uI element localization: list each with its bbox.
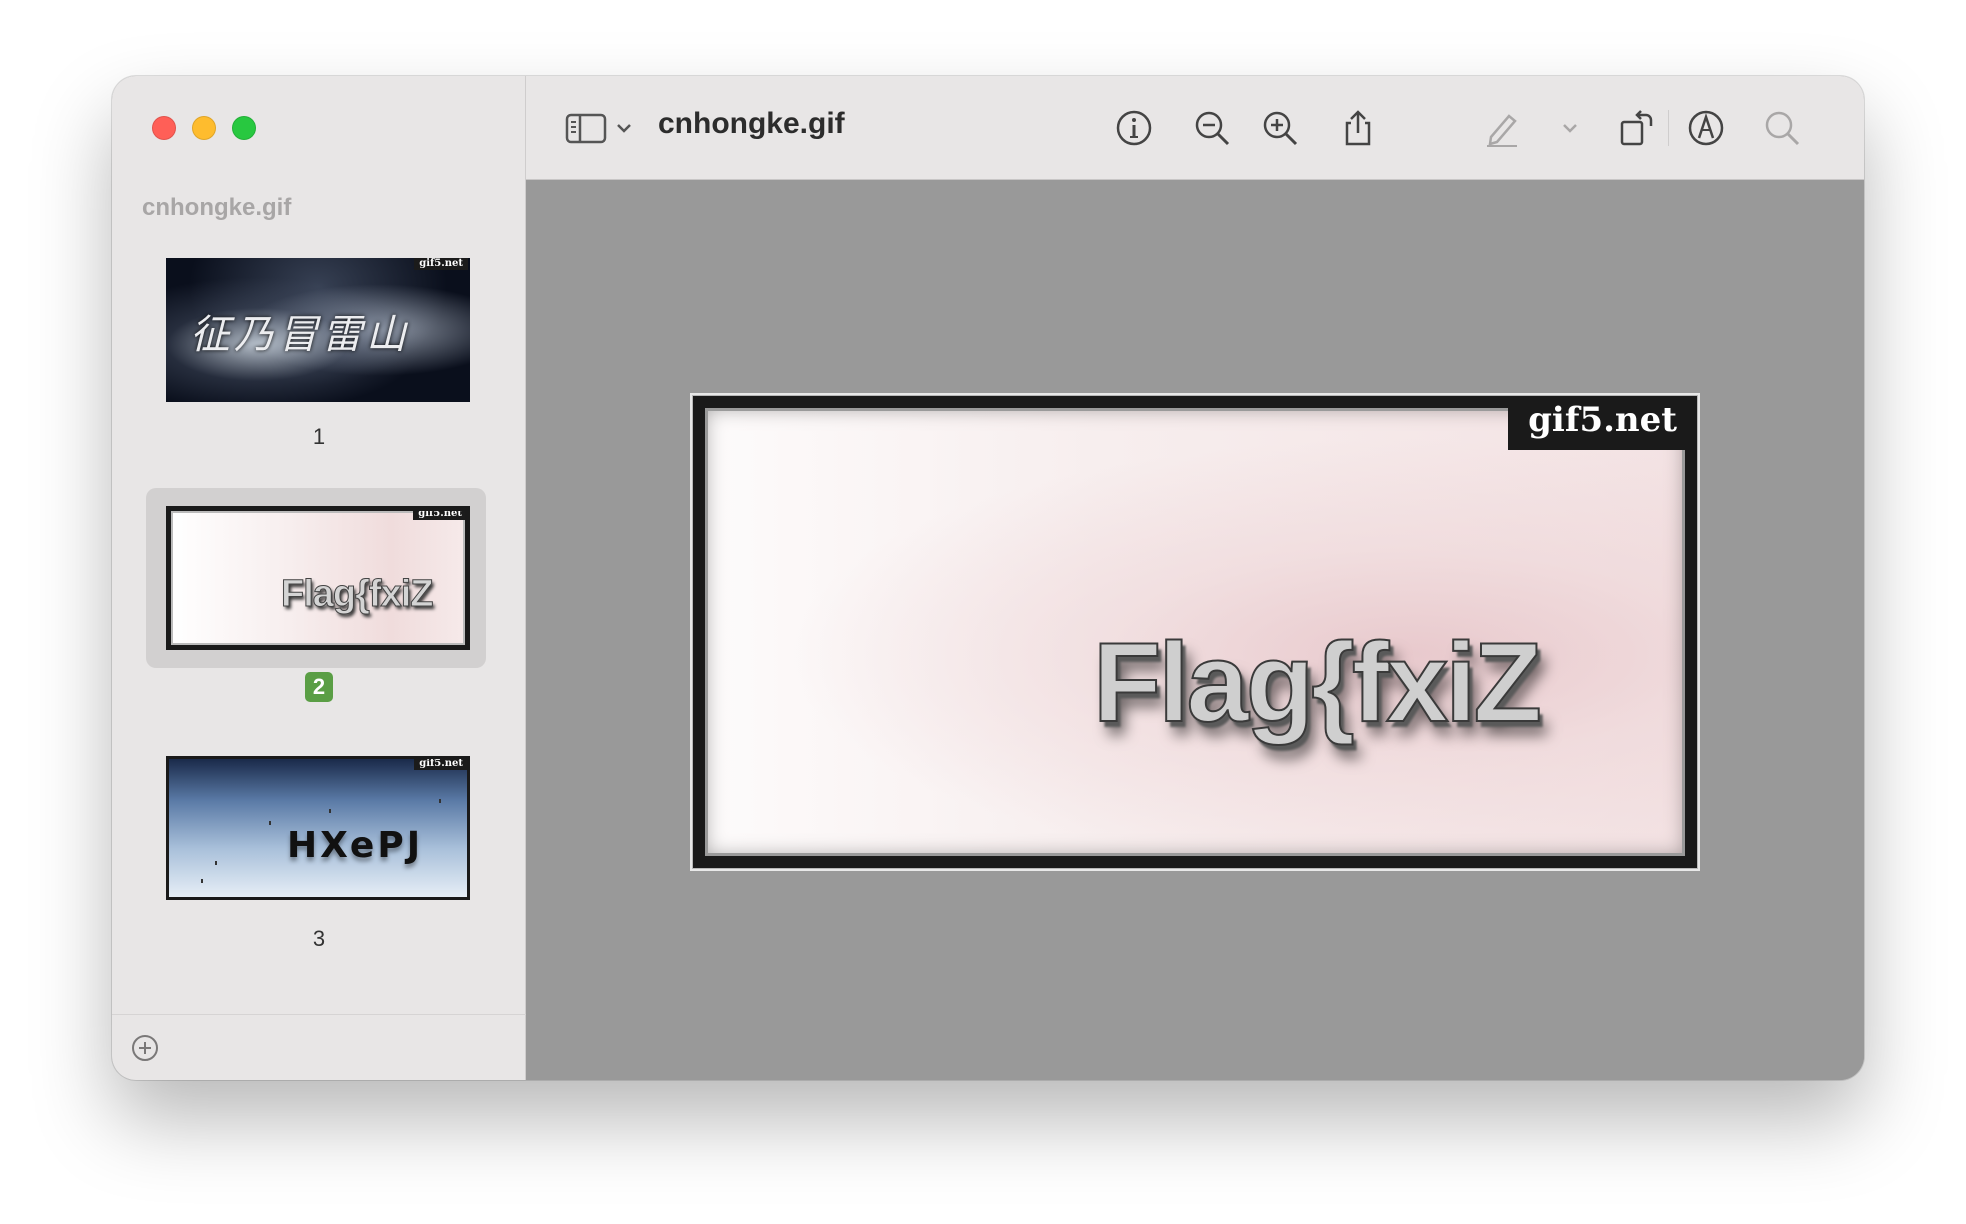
speck [269, 821, 271, 825]
speck [201, 879, 203, 883]
speck [329, 809, 331, 813]
thumbnail-image: 征乃冒雷山 gif5.net [166, 258, 470, 402]
image-flag-text: Flag{fxiZ [1092, 619, 1543, 746]
share-icon[interactable] [1338, 108, 1378, 148]
thumbnail-watermark: gif5.net [414, 759, 467, 770]
preview-window: cnhongke.gif 征乃冒雷山 gif5.net 1 Flag{fxiZ … [112, 76, 1864, 1080]
sidebar-heading: cnhongke.gif [142, 194, 292, 221]
document-canvas[interactable]: gif5.net Flag{fxiZ [526, 180, 1864, 1080]
calligraphy-graphic: 征乃冒雷山 [190, 312, 410, 358]
add-page-icon[interactable] [130, 1033, 160, 1063]
thumbnail-watermark: gif5.net [414, 258, 468, 270]
zoom-out-icon[interactable] [1192, 108, 1232, 148]
zoom-window-button[interactable] [232, 116, 256, 140]
page-thumbnail-3[interactable]: HXePJ gif5.net [146, 748, 486, 920]
page-number-2: 2 [112, 672, 526, 702]
markup-icon[interactable] [1686, 108, 1726, 148]
chevron-down-icon[interactable] [1560, 108, 1580, 148]
highlight-pen-icon[interactable] [1482, 108, 1522, 148]
search-icon[interactable] [1762, 108, 1802, 148]
thumbnail-text: Flag{fxiZ [280, 573, 433, 616]
toolbar-separator [1668, 110, 1669, 146]
rotate-icon[interactable] [1616, 108, 1656, 148]
zoom-in-icon[interactable] [1260, 108, 1300, 148]
selected-page-badge: 2 [304, 672, 334, 702]
sidebar-footer [112, 1014, 526, 1080]
thumbnail-sidebar: cnhongke.gif 征乃冒雷山 gif5.net 1 Flag{fxiZ … [112, 76, 526, 1080]
thumbnail-watermark: gif5.net [413, 511, 465, 520]
speck [439, 799, 441, 803]
page-thumbnail-1[interactable]: 征乃冒雷山 gif5.net [146, 246, 486, 418]
info-icon[interactable] [1114, 108, 1154, 148]
page-thumbnail-2[interactable]: Flag{fxiZ gif5.net [146, 488, 486, 668]
image-watermark: gif5.net [1508, 396, 1697, 450]
close-window-button[interactable] [152, 116, 176, 140]
thumbnail-text: HXePJ [287, 825, 424, 866]
thumbnail-image: HXePJ gif5.net [166, 756, 470, 900]
minimize-window-button[interactable] [192, 116, 216, 140]
document-title: cnhongke.gif [658, 107, 845, 140]
page-number-1: 1 [312, 424, 326, 449]
gif-frame-image: gif5.net Flag{fxiZ [690, 393, 1700, 871]
thumbnail-image: Flag{fxiZ gif5.net [166, 506, 470, 650]
toolbar: cnhongke.gif [526, 76, 1864, 180]
page-number-3: 3 [312, 926, 326, 951]
sidebar-toggle-icon[interactable] [564, 108, 608, 148]
chevron-down-icon[interactable] [614, 108, 634, 148]
speck [215, 861, 217, 865]
